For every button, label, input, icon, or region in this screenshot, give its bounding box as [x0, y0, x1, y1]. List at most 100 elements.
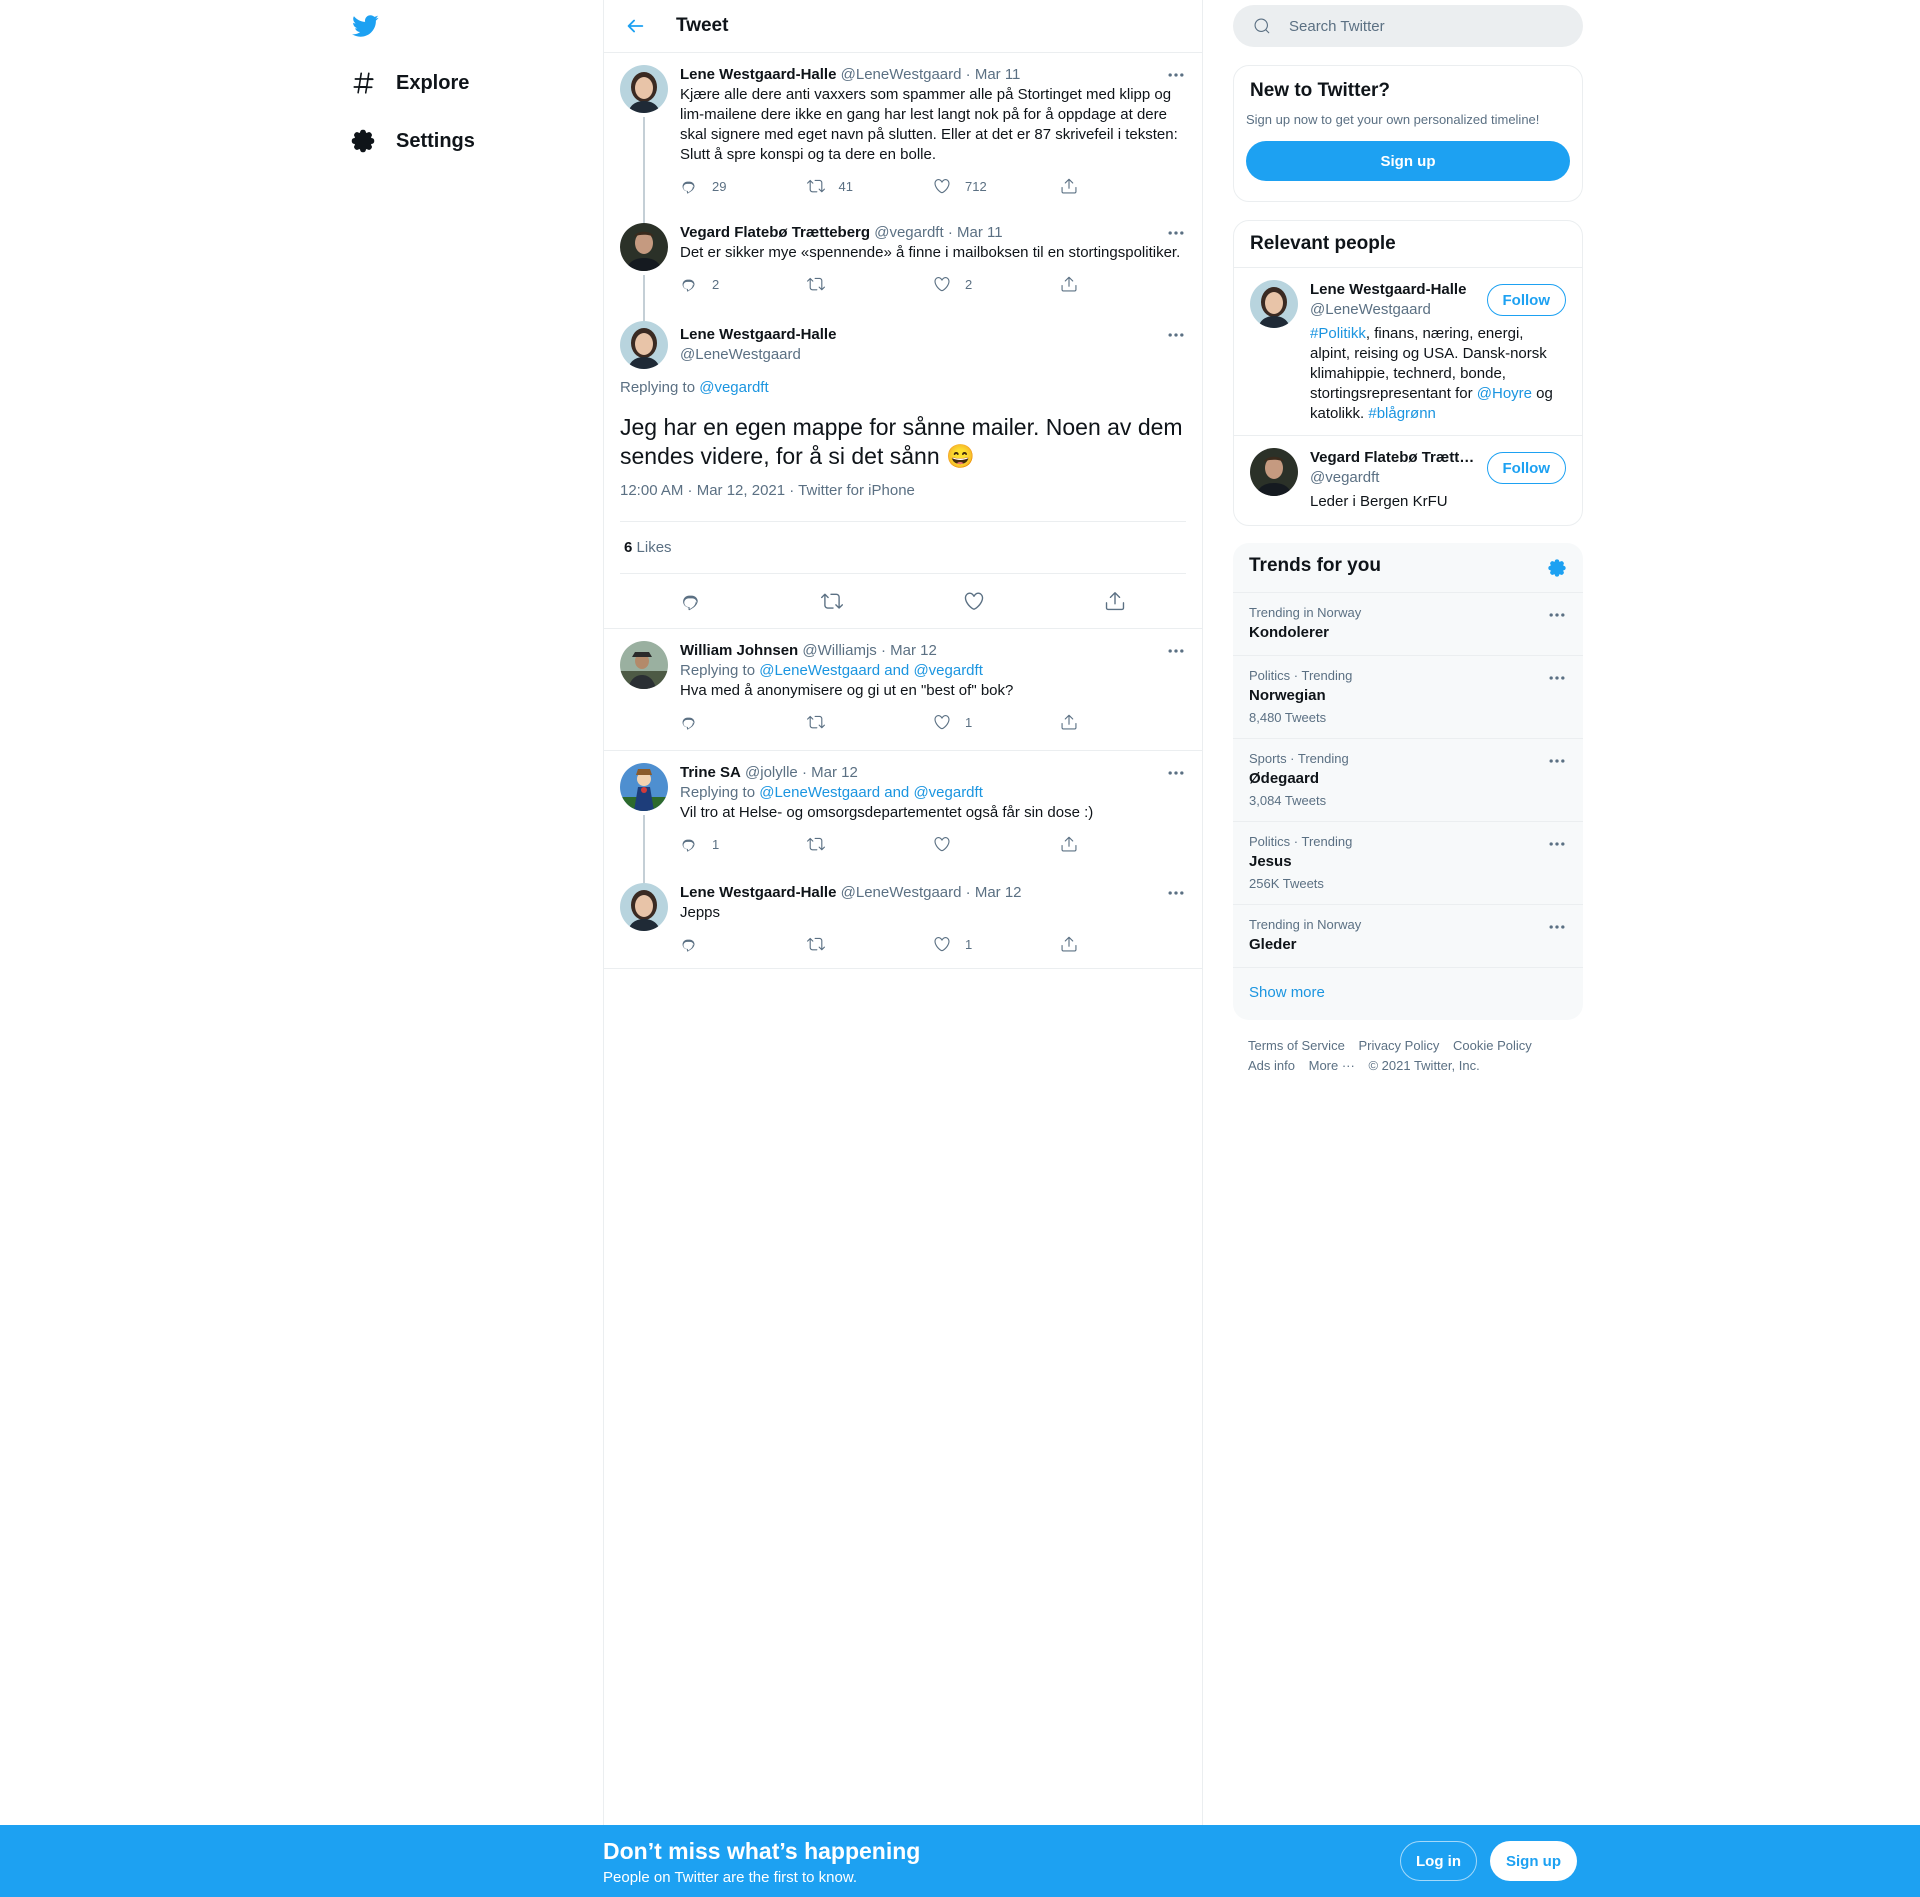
reply-button[interactable]: 2 — [680, 275, 807, 293]
tweet-meta[interactable]: 12:00 AM · Mar 12, 2021 · Twitter for iP… — [620, 481, 915, 501]
reply-tweet[interactable]: Trine SA @jolylle · Mar 12 Replying to @… — [604, 751, 1202, 871]
like-button[interactable]: 1 — [933, 935, 1060, 953]
share-button[interactable] — [1060, 275, 1187, 293]
copyright: © 2021 Twitter, Inc. — [1368, 1058, 1480, 1073]
like-button[interactable]: 712 — [933, 177, 1060, 195]
follow-button[interactable]: Follow — [1486, 452, 1566, 484]
share-button[interactable] — [1060, 835, 1187, 853]
show-more-link[interactable]: Show more — [1233, 967, 1583, 1017]
avatar[interactable] — [620, 763, 668, 811]
tweet-date[interactable]: · Mar 12 — [881, 642, 937, 659]
likes-stats[interactable]: 6 Likes — [620, 521, 1186, 574]
more-options-icon[interactable] — [1166, 763, 1186, 783]
avatar[interactable] — [620, 321, 668, 369]
thread-tweet[interactable]: Lene Westgaard-Halle @LeneWestgaard · Ma… — [604, 53, 1202, 211]
avatar[interactable] — [620, 65, 668, 113]
retweet-button[interactable] — [807, 935, 934, 953]
heart-icon[interactable] — [963, 590, 985, 612]
reply-button[interactable]: 29 — [680, 177, 807, 195]
reply-button[interactable]: 1 — [680, 835, 807, 853]
like-button[interactable] — [933, 835, 1060, 853]
person-card[interactable]: Follow Lene Westgaard-Halle @LeneWestgaa… — [1234, 268, 1582, 436]
trend-count: 3,084 Tweets — [1249, 793, 1327, 808]
reply-button[interactable] — [680, 713, 807, 731]
more-options-icon[interactable] — [1166, 883, 1186, 903]
nav-settings[interactable]: Settings — [350, 121, 475, 161]
terms-link[interactable]: Terms of Service — [1248, 1038, 1345, 1053]
reply-tweet[interactable]: Lene Westgaard-Halle @LeneWestgaard · Ma… — [604, 871, 1202, 969]
replying-to-link[interactable]: @vegardft — [699, 379, 768, 396]
avatar[interactable] — [1250, 448, 1298, 496]
person-name[interactable]: Vegard Flatebø Trætt… — [1310, 448, 1480, 468]
author-name[interactable]: Lene Westgaard-Halle — [680, 66, 836, 83]
tweet-date[interactable]: · Mar 12 — [966, 884, 1022, 901]
more-link[interactable]: More ··· — [1309, 1058, 1355, 1073]
footer-links: Terms of Service Privacy Policy Cookie P… — [1248, 1036, 1542, 1076]
like-button[interactable]: 2 — [933, 275, 1060, 293]
settings-gear-icon[interactable] — [1547, 558, 1567, 578]
thread-tweet[interactable]: Vegard Flatebø Trætteberg @vegardft · Ma… — [604, 211, 1202, 311]
more-options-icon[interactable] — [1166, 65, 1186, 85]
reply-tweet[interactable]: William Johnsen @Williamjs · Mar 12 Repl… — [604, 629, 1202, 751]
avatar[interactable] — [1250, 280, 1298, 328]
author-name[interactable]: Vegard Flatebø Trætteberg — [680, 224, 870, 241]
author-handle: @Williamjs — [802, 642, 877, 659]
author-name[interactable]: Lene Westgaard-Halle — [680, 884, 836, 901]
author-name[interactable]: Lene Westgaard-Halle — [680, 325, 836, 345]
tweet-date[interactable]: · Mar 12 — [802, 764, 858, 781]
share-icon[interactable] — [1104, 590, 1126, 612]
replying-to-link[interactable]: @LeneWestgaard and @vegardft — [759, 784, 983, 801]
ads-info-link[interactable]: Ads info — [1248, 1058, 1295, 1073]
author-name[interactable]: Trine SA — [680, 764, 741, 781]
search-bar[interactable] — [1233, 5, 1583, 47]
share-button[interactable] — [1060, 177, 1187, 195]
tweet-date[interactable]: · Mar 11 — [966, 66, 1021, 83]
avatar[interactable] — [620, 883, 668, 931]
retweet-button[interactable] — [807, 835, 934, 853]
retweet-button[interactable] — [807, 275, 934, 293]
search-input[interactable] — [1289, 17, 1549, 35]
avatar[interactable] — [620, 641, 668, 689]
trend-item[interactable]: Trending in Norway Gleder — [1233, 904, 1583, 967]
trend-name: Jesus — [1249, 853, 1292, 870]
tweet-date[interactable]: · Mar 11 — [948, 224, 1003, 241]
twitter-logo-icon[interactable] — [350, 12, 380, 40]
privacy-link[interactable]: Privacy Policy — [1358, 1038, 1439, 1053]
more-options-icon[interactable] — [1547, 751, 1567, 771]
more-options-icon[interactable] — [1166, 641, 1186, 661]
share-button[interactable] — [1060, 713, 1187, 731]
more-options-icon[interactable] — [1547, 917, 1567, 937]
author-name[interactable]: William Johnsen — [680, 642, 798, 659]
reply-button[interactable] — [680, 935, 807, 953]
more-options-icon[interactable] — [1166, 223, 1186, 243]
more-options-icon[interactable] — [1547, 668, 1567, 688]
retweet-button[interactable] — [807, 713, 934, 731]
log-in-button[interactable]: Log in — [1400, 1841, 1477, 1881]
trend-item[interactable]: Politics · Trending Norwegian 8,480 Twee… — [1233, 655, 1583, 738]
banner-title: Don’t miss what’s happening — [603, 1838, 921, 1864]
sign-up-banner-button[interactable]: Sign up — [1490, 1841, 1577, 1881]
mention-link[interactable]: @Hoyre — [1477, 385, 1532, 402]
trend-item[interactable]: Politics · Trending Jesus 256K Tweets — [1233, 821, 1583, 904]
follow-button[interactable]: Follow — [1486, 284, 1566, 316]
reply-icon[interactable] — [680, 590, 702, 612]
retweet-icon[interactable] — [821, 590, 843, 612]
cookie-link[interactable]: Cookie Policy — [1453, 1038, 1532, 1053]
nav-explore[interactable]: Explore — [350, 63, 469, 103]
hashtag-link[interactable]: #Politikk — [1310, 325, 1366, 342]
retweet-button[interactable]: 41 — [807, 177, 934, 195]
trend-category: Trending in Norway — [1249, 917, 1362, 932]
more-options-icon[interactable] — [1547, 605, 1567, 625]
trend-item[interactable]: Sports · Trending Ødegaard 3,084 Tweets — [1233, 738, 1583, 821]
more-options-icon[interactable] — [1547, 834, 1567, 854]
hashtag-link[interactable]: #blågrønn — [1368, 405, 1436, 422]
sign-up-button[interactable]: Sign up — [1246, 141, 1570, 181]
trend-item[interactable]: Trending in Norway Kondolerer — [1233, 592, 1583, 655]
share-button[interactable] — [1060, 935, 1187, 953]
person-card[interactable]: Follow Vegard Flatebø Trætt… @vegardft L… — [1234, 436, 1582, 524]
replying-to-link[interactable]: @LeneWestgaard and @vegardft — [759, 662, 983, 679]
more-options-icon[interactable] — [1166, 325, 1186, 345]
avatar[interactable] — [620, 223, 668, 271]
like-button[interactable]: 1 — [933, 713, 1060, 731]
back-arrow-icon[interactable] — [624, 15, 646, 37]
